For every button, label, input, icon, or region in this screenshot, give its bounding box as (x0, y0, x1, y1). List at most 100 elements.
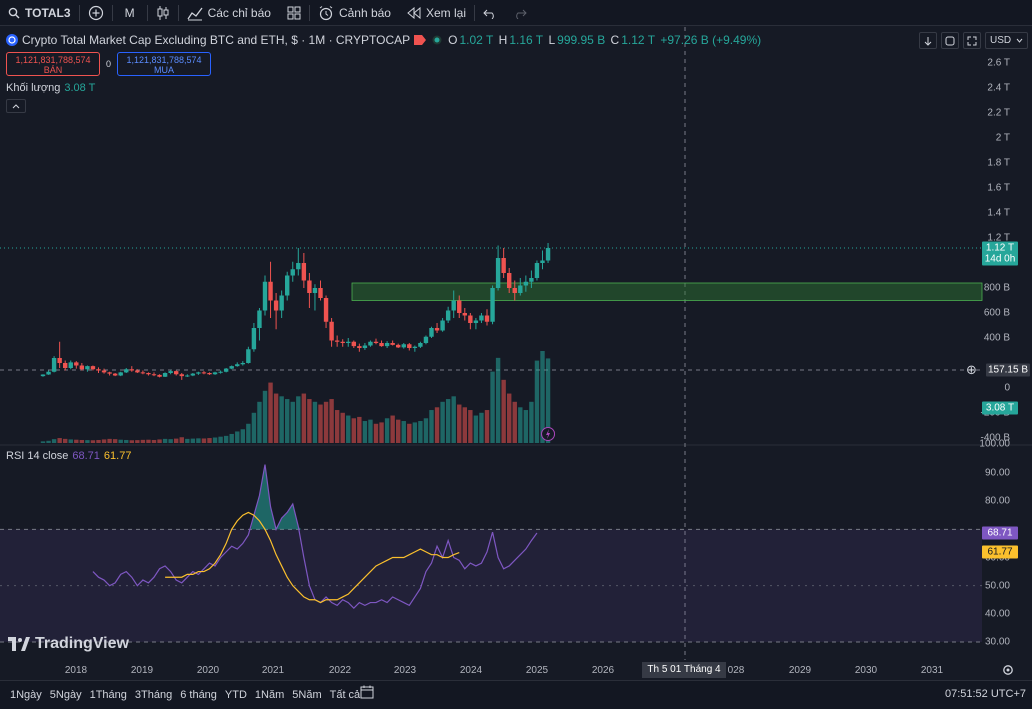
price-axis-label: 2.6 T (987, 57, 1010, 69)
settings-gear-icon[interactable] (1002, 664, 1014, 676)
volume-value: 3.08 T (64, 82, 96, 94)
candle-body (407, 344, 412, 348)
candle-body (157, 374, 162, 377)
volume-bar (229, 433, 234, 443)
high-value: 1.16 T (509, 33, 544, 47)
rsi-axis-label: 30.00 (984, 636, 1010, 648)
volume-bar (379, 422, 384, 443)
volume-bar (451, 396, 456, 443)
range-button[interactable]: YTD (221, 689, 251, 701)
price-axis-label: 1.4 T (987, 207, 1010, 219)
candle-body (445, 310, 451, 321)
scroll-down-button[interactable] (919, 32, 937, 49)
volume-bar (262, 390, 268, 443)
candle-body (312, 288, 318, 293)
candle-body (418, 343, 423, 347)
time-cursor-label: Th 5 01 Tháng 4 '27 (642, 662, 726, 691)
candle-body (124, 369, 129, 373)
candle (534, 260, 540, 281)
price-chart[interactable] (0, 0, 1032, 709)
candle-body (484, 315, 490, 322)
candle-body (440, 320, 445, 331)
range-button[interactable]: Tất cả (326, 689, 365, 701)
range-button[interactable]: 6 tháng (176, 689, 221, 701)
candle-body (495, 258, 501, 288)
volume-bar (112, 439, 118, 443)
volume-bar (484, 410, 490, 443)
volume-bar (357, 416, 362, 443)
volume-bar (251, 412, 257, 443)
ohlc-values: O 1.02 T H 1.16 T L 999.95 B C 1.12 T +97.26… (448, 33, 762, 47)
candle-body (140, 372, 146, 374)
volume-bar (157, 439, 162, 443)
candle-body (85, 366, 90, 370)
volume-bar (196, 438, 201, 443)
maximize-button[interactable] (941, 32, 959, 49)
candle-body (412, 346, 418, 348)
range-button[interactable]: 1Tháng (86, 689, 131, 701)
time-axis-label: 2030 (854, 665, 878, 676)
candle-body (507, 273, 512, 288)
calendar-icon[interactable] (360, 685, 374, 699)
time-axis-label: 2021 (261, 665, 285, 676)
range-button[interactable]: 5Năm (288, 689, 325, 701)
open-value: 1.02 T (459, 33, 494, 47)
currency-select[interactable]: USD (985, 32, 1028, 49)
price-axis-label: 2 T (995, 132, 1010, 144)
candle-body (373, 341, 379, 343)
candle (490, 285, 495, 325)
range-button[interactable]: 1Năm (251, 689, 288, 701)
sell-label: BÁN (43, 65, 63, 75)
rsi-axis-label: 50.00 (984, 580, 1010, 592)
price-axis[interactable]: 2.6 T 2.4 T 2.2 T2 T 1.8 T 1.6 T 1.4 T 1.2 T 80… (966, 50, 1032, 660)
candle-body (346, 341, 351, 343)
time-axis-label: 2018 (64, 665, 88, 676)
volume-bar (124, 439, 129, 443)
time-axis[interactable]: Th 5 01 Tháng 4 '27 028 2018 2019 2020 2021… (0, 660, 982, 691)
buy-button[interactable]: 1,121,831,788,574 MUA (117, 52, 212, 76)
time-axis-label: 2025 (525, 665, 549, 676)
candle-body (501, 258, 506, 273)
fullscreen-button[interactable] (963, 32, 981, 49)
candle-body (151, 374, 157, 376)
add-alert-icon[interactable]: ⊕ (966, 362, 977, 378)
price-axis-label: 1.6 T (987, 182, 1010, 194)
range-button[interactable]: 5Ngày (46, 689, 86, 701)
volume-bar (190, 438, 196, 443)
candle-body (390, 343, 395, 345)
candle-body (135, 370, 140, 373)
sell-price: 1,121,831,788,574 (15, 55, 91, 65)
volume-bar (368, 419, 373, 443)
volume-bar (473, 415, 479, 443)
price-axis-label: 800 B (983, 282, 1010, 294)
volume-bar (412, 422, 418, 443)
volume-bar (179, 437, 184, 443)
volume-legend: Khối lượng 3.08 T (6, 82, 95, 94)
time-label-partial: 028 (727, 665, 745, 676)
rsi-value: 68.71 (72, 450, 100, 462)
candle-body (479, 315, 484, 321)
volume-bar (285, 399, 290, 443)
collapse-legend-button[interactable] (6, 99, 26, 113)
candle-body (107, 372, 112, 374)
candle-body (518, 285, 523, 293)
rsi-axis-label: 90.00 (984, 467, 1010, 479)
range-button[interactable]: 1Ngày (0, 689, 46, 701)
volume-bar (434, 407, 440, 443)
volume-bar (85, 440, 90, 443)
candle-body (235, 364, 240, 367)
volume-bar (279, 396, 284, 443)
candle-body (68, 362, 73, 368)
currency-label: USD (990, 35, 1012, 46)
volume-bar (507, 393, 512, 443)
chevron-up-icon (12, 104, 20, 109)
volume-bar (151, 439, 157, 443)
candle-body (162, 373, 168, 377)
candle-body (79, 365, 85, 370)
candle-body (351, 341, 356, 347)
range-button[interactable]: 3Tháng (131, 689, 176, 701)
candle-body (301, 263, 307, 281)
sell-button[interactable]: 1,121,831,788,574 BÁN (6, 52, 100, 76)
candle (51, 356, 57, 373)
candle (246, 346, 251, 364)
